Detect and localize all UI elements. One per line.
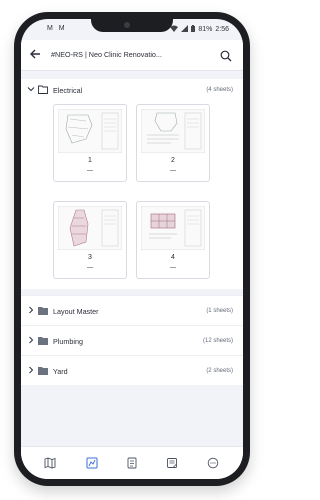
front-camera: [124, 22, 130, 28]
sheet-subtitle: [87, 170, 93, 171]
map-icon[interactable]: [44, 456, 56, 469]
status-time: 2:56: [215, 26, 229, 33]
collapsed-sections: Layout Master (1 sheets) Plumbing (12 sh…: [21, 295, 243, 385]
checklist-icon[interactable]: [126, 456, 138, 469]
back-arrow-icon[interactable]: [30, 48, 41, 62]
phone-notch: [91, 19, 173, 32]
folder-icon: [38, 306, 48, 315]
section-label: Layout Master: [53, 307, 99, 316]
folder-icon: [38, 336, 48, 345]
plans-icon[interactable]: [86, 456, 98, 469]
sheet-number: 4: [171, 254, 175, 261]
sheet-list: Electrical (4 sheets) 1 2 3 4 Layout Mas…: [21, 71, 243, 385]
sheet-grid: 1 2 3 4: [21, 101, 243, 289]
section-row-layout-master[interactable]: Layout Master (1 sheets): [21, 295, 243, 325]
section-row-yard[interactable]: Yard (2 sheets): [21, 355, 243, 385]
bottom-nav: [21, 446, 243, 479]
search-icon[interactable]: [220, 49, 232, 62]
page-title: #NEO-RS | Neo Clinic Renovatio...: [51, 50, 162, 59]
wifi-icon: [170, 25, 179, 34]
folder-icon: [38, 366, 48, 375]
section-count: (4 sheets): [206, 87, 233, 93]
status-right-group: 81% 2:56: [170, 25, 229, 34]
battery-level: 81%: [198, 26, 213, 33]
section-count: (12 sheets): [202, 338, 233, 344]
sheet-card-3[interactable]: 3: [53, 201, 127, 279]
sheet-number: 3: [88, 254, 92, 261]
sheet-subtitle: [87, 267, 93, 268]
section-label: Yard: [53, 367, 68, 376]
sheet-thumbnail: [58, 109, 122, 153]
status-notification-icons: M M: [47, 25, 67, 32]
sheet-thumbnail: [141, 206, 205, 250]
sheet-card-1[interactable]: 1: [53, 104, 127, 182]
section-header-electrical[interactable]: Electrical (4 sheets): [21, 79, 243, 101]
phone-frame: M M 81% 2:56 #NEO-RS | Neo Clinic Renova…: [14, 12, 250, 486]
folder-open-icon: [38, 85, 48, 94]
phone-screen: M M 81% 2:56 #NEO-RS | Neo Clinic Renova…: [21, 19, 243, 479]
sheet-number: 1: [88, 157, 92, 164]
chevron-right-icon: [27, 306, 35, 314]
sheet-card-2[interactable]: 2: [136, 104, 210, 182]
sheet-subtitle: [170, 267, 176, 268]
section-electrical: Electrical (4 sheets) 1 2 3 4: [21, 79, 243, 289]
chevron-right-icon: [27, 336, 35, 344]
section-count: (2 sheets): [206, 368, 233, 374]
section-row-plumbing[interactable]: Plumbing (12 sheets): [21, 325, 243, 355]
app-bar: #NEO-RS | Neo Clinic Renovatio...: [21, 40, 243, 71]
section-label: Plumbing: [53, 337, 83, 346]
section-label: Electrical: [53, 86, 83, 95]
signal-icon: [181, 25, 189, 34]
section-count: (1 sheets): [206, 308, 233, 314]
sheet-thumbnail: [141, 109, 205, 153]
sheet-card-4[interactable]: 4: [136, 201, 210, 279]
chat-icon[interactable]: [207, 456, 219, 469]
chevron-right-icon: [27, 366, 35, 374]
notes-icon[interactable]: [166, 456, 178, 468]
sheet-subtitle: [170, 170, 176, 171]
sheet-thumbnail: [58, 206, 122, 250]
chevron-down-icon: [27, 85, 35, 93]
battery-icon: [191, 25, 196, 34]
sheet-number: 2: [171, 157, 175, 164]
